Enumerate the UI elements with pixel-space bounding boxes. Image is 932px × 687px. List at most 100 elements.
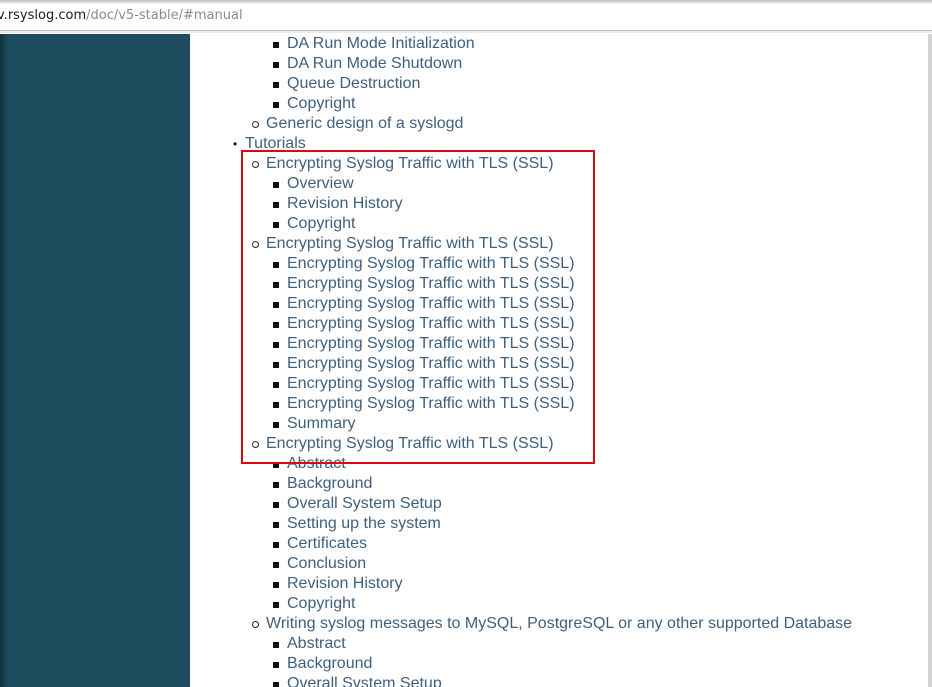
toc-item[interactable]: Revision History [273, 194, 403, 214]
toc-item[interactable]: Encrypting Syslog Traffic with TLS (SSL) [273, 374, 575, 394]
url-field[interactable]: v.rsyslog.com/doc/v5-stable/#manual [0, 4, 932, 31]
toc-item[interactable]: Copyright [273, 214, 355, 234]
square-bullet-icon [273, 502, 279, 508]
square-bullet-icon [273, 682, 279, 687]
toc-link[interactable]: Copyright [287, 95, 355, 112]
toc-link[interactable]: Overview [287, 175, 354, 192]
toc-item[interactable]: Abstract [273, 634, 346, 654]
circle-bullet-icon [252, 161, 259, 168]
square-bullet-icon [273, 42, 279, 48]
toc-link[interactable]: Encrypting Syslog Traffic with TLS (SSL) [287, 315, 575, 332]
square-bullet-icon [273, 282, 279, 288]
toc-link[interactable]: Summary [287, 415, 355, 432]
toc-link[interactable]: Overall System Setup [287, 675, 442, 687]
square-bullet-icon [273, 402, 279, 408]
toc-link[interactable]: Setting up the system [287, 515, 441, 532]
square-bullet-icon [273, 62, 279, 68]
toc-item[interactable]: Encrypting Syslog Traffic with TLS (SSL) [252, 434, 554, 454]
square-bullet-icon [273, 582, 279, 588]
square-bullet-icon [273, 562, 279, 568]
square-bullet-icon [273, 462, 279, 468]
toc-link[interactable]: DA Run Mode Shutdown [287, 55, 462, 72]
toc-item[interactable]: Writing syslog messages to MySQL, Postgr… [252, 614, 852, 634]
browser-address-bar[interactable]: v.rsyslog.com/doc/v5-stable/#manual [0, 0, 932, 33]
toc-item[interactable]: Encrypting Syslog Traffic with TLS (SSL) [273, 314, 575, 334]
toc-item[interactable]: Generic design of a syslogd [252, 114, 463, 134]
circle-bullet-icon [252, 621, 259, 628]
square-bullet-icon [273, 362, 279, 368]
toc-link[interactable]: Copyright [287, 595, 355, 612]
scrollbar-track[interactable] [928, 34, 932, 687]
square-bullet-icon [273, 382, 279, 388]
toc-link[interactable]: Certificates [287, 535, 367, 552]
toc-link[interactable]: Queue Destruction [287, 75, 420, 92]
toc-item[interactable]: Copyright [273, 594, 355, 614]
toc-link[interactable]: Overall System Setup [287, 495, 442, 512]
toc-item[interactable]: DA Run Mode Shutdown [273, 54, 462, 74]
toc-item[interactable]: Background [273, 474, 372, 494]
toc-link[interactable]: Abstract [287, 455, 346, 472]
toc-item[interactable]: Copyright [273, 94, 355, 114]
toc-item[interactable]: Queue Destruction [273, 74, 420, 94]
toc-item[interactable]: Overall System Setup [273, 674, 442, 687]
toc-item[interactable]: Encrypting Syslog Traffic with TLS (SSL) [273, 394, 575, 414]
circle-bullet-icon [252, 121, 259, 128]
toc-link[interactable]: Background [287, 475, 372, 492]
square-bullet-icon [273, 342, 279, 348]
toc-link[interactable]: Generic design of a syslogd [266, 115, 463, 132]
toc-link[interactable]: Writing syslog messages to MySQL, Postgr… [266, 615, 852, 632]
toc-link[interactable]: Encrypting Syslog Traffic with TLS (SSL) [287, 275, 575, 292]
square-bullet-icon [273, 222, 279, 228]
toc-link[interactable]: Encrypting Syslog Traffic with TLS (SSL) [287, 355, 575, 372]
toc-link[interactable]: Encrypting Syslog Traffic with TLS (SSL) [266, 155, 554, 172]
square-bullet-icon [273, 522, 279, 528]
toc-item[interactable]: Encrypting Syslog Traffic with TLS (SSL) [273, 294, 575, 314]
toc-link[interactable]: Encrypting Syslog Traffic with TLS (SSL) [287, 375, 575, 392]
square-bullet-icon [273, 602, 279, 608]
toc-link[interactable]: Tutorials [245, 135, 306, 152]
toc-link[interactable]: Encrypting Syslog Traffic with TLS (SSL) [287, 395, 575, 412]
toc-link[interactable]: Encrypting Syslog Traffic with TLS (SSL) [287, 255, 575, 272]
toc-link[interactable]: Conclusion [287, 555, 366, 572]
toc-link[interactable]: Background [287, 655, 372, 672]
toc-item[interactable]: Background [273, 654, 372, 674]
toc-item[interactable]: Encrypting Syslog Traffic with TLS (SSL) [273, 334, 575, 354]
circle-bullet-icon [252, 241, 259, 248]
toc-item[interactable]: Encrypting Syslog Traffic with TLS (SSL) [273, 274, 575, 294]
toc-link[interactable]: Abstract [287, 635, 346, 652]
toc-item[interactable]: Abstract [273, 454, 346, 474]
square-bullet-icon [273, 262, 279, 268]
toc-item[interactable]: Encrypting Syslog Traffic with TLS (SSL) [273, 254, 575, 274]
toc-link[interactable]: Copyright [287, 215, 355, 232]
toc-item[interactable]: Overview [273, 174, 354, 194]
toc-item[interactable]: Setting up the system [273, 514, 441, 534]
toc-link[interactable]: Encrypting Syslog Traffic with TLS (SSL) [287, 295, 575, 312]
toc-item[interactable]: Summary [273, 414, 355, 434]
toc-item[interactable]: DA Run Mode Initialization [273, 34, 475, 54]
url-path: /doc/v5-stable/#manual [86, 8, 243, 23]
toc-item[interactable]: Encrypting Syslog Traffic with TLS (SSL) [252, 154, 554, 174]
sidebar [0, 34, 190, 687]
toc-item[interactable]: Encrypting Syslog Traffic with TLS (SSL) [252, 234, 554, 254]
toc-link[interactable]: DA Run Mode Initialization [287, 35, 475, 52]
toc-link[interactable]: Encrypting Syslog Traffic with TLS (SSL) [266, 235, 554, 252]
square-bullet-icon [273, 102, 279, 108]
url-text[interactable]: v.rsyslog.com/doc/v5-stable/#manual [0, 8, 243, 23]
square-bullet-icon [273, 642, 279, 648]
toc-item[interactable]: • Tutorials [233, 134, 306, 154]
toc-link[interactable]: Revision History [287, 195, 403, 212]
disc-bullet-icon: • [233, 137, 238, 151]
toc-item[interactable]: Conclusion [273, 554, 366, 574]
toc-item[interactable]: Overall System Setup [273, 494, 442, 514]
toc-link[interactable]: Revision History [287, 575, 403, 592]
square-bullet-icon [273, 82, 279, 88]
toc-item[interactable]: Revision History [273, 574, 403, 594]
toc-item[interactable]: Certificates [273, 534, 367, 554]
toc-item[interactable]: Encrypting Syslog Traffic with TLS (SSL) [273, 354, 575, 374]
circle-bullet-icon [252, 441, 259, 448]
square-bullet-icon [273, 302, 279, 308]
toc-link[interactable]: Encrypting Syslog Traffic with TLS (SSL) [266, 435, 554, 452]
toc-link[interactable]: Encrypting Syslog Traffic with TLS (SSL) [287, 335, 575, 352]
square-bullet-icon [273, 182, 279, 188]
square-bullet-icon [273, 662, 279, 668]
